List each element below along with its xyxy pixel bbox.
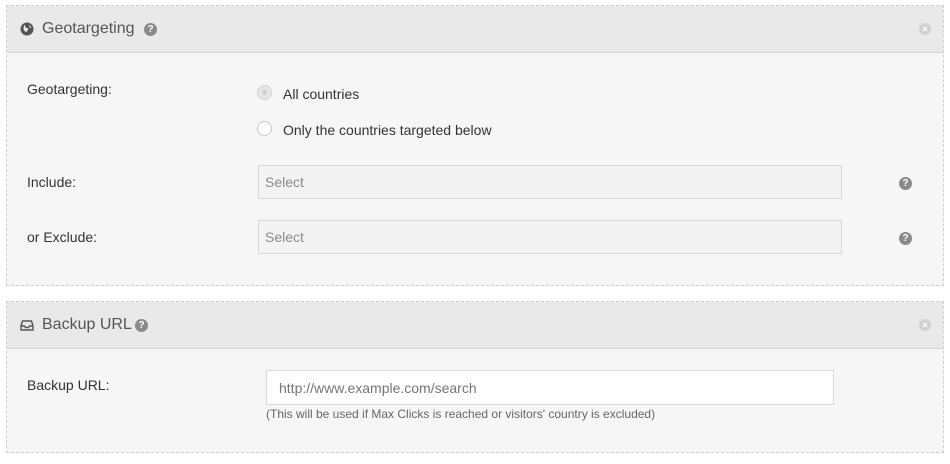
geotargeting-panel: Geotargeting ? × Geotargeting: All count… [6, 5, 944, 286]
help-icon[interactable]: ? [899, 232, 912, 245]
help-icon[interactable]: ? [899, 177, 912, 190]
exclude-label: or Exclude: [27, 229, 98, 245]
exclude-select[interactable]: Select [258, 220, 842, 254]
radio-all-countries-label[interactable]: All countries [283, 86, 359, 102]
geotargeting-panel-header: Geotargeting ? × [7, 6, 943, 53]
inbox-icon [20, 318, 34, 332]
backup-url-panel: Backup URL ? × Backup URL: (This will be… [6, 301, 944, 453]
help-icon[interactable]: ? [135, 319, 148, 332]
radio-targeted-countries[interactable] [257, 121, 272, 136]
backup-url-panel-header: Backup URL ? × [7, 302, 943, 349]
backup-url-title: Backup URL [42, 316, 132, 333]
radio-all-countries[interactable] [257, 85, 272, 100]
help-icon[interactable]: ? [144, 23, 157, 36]
globe-icon [20, 22, 34, 36]
include-label: Include: [27, 174, 77, 190]
backup-url-hint: (This will be used if Max Clicks is reac… [266, 407, 656, 421]
include-select[interactable]: Select [258, 165, 842, 199]
geotargeting-title: Geotargeting [42, 20, 135, 37]
radio-targeted-countries-label[interactable]: Only the countries targeted below [283, 122, 492, 138]
backup-url-input[interactable] [266, 370, 834, 405]
close-icon[interactable]: × [919, 23, 931, 35]
backup-url-field-label: Backup URL: [27, 377, 110, 393]
close-icon[interactable]: × [919, 319, 931, 331]
geotargeting-field-label: Geotargeting: [27, 81, 112, 97]
